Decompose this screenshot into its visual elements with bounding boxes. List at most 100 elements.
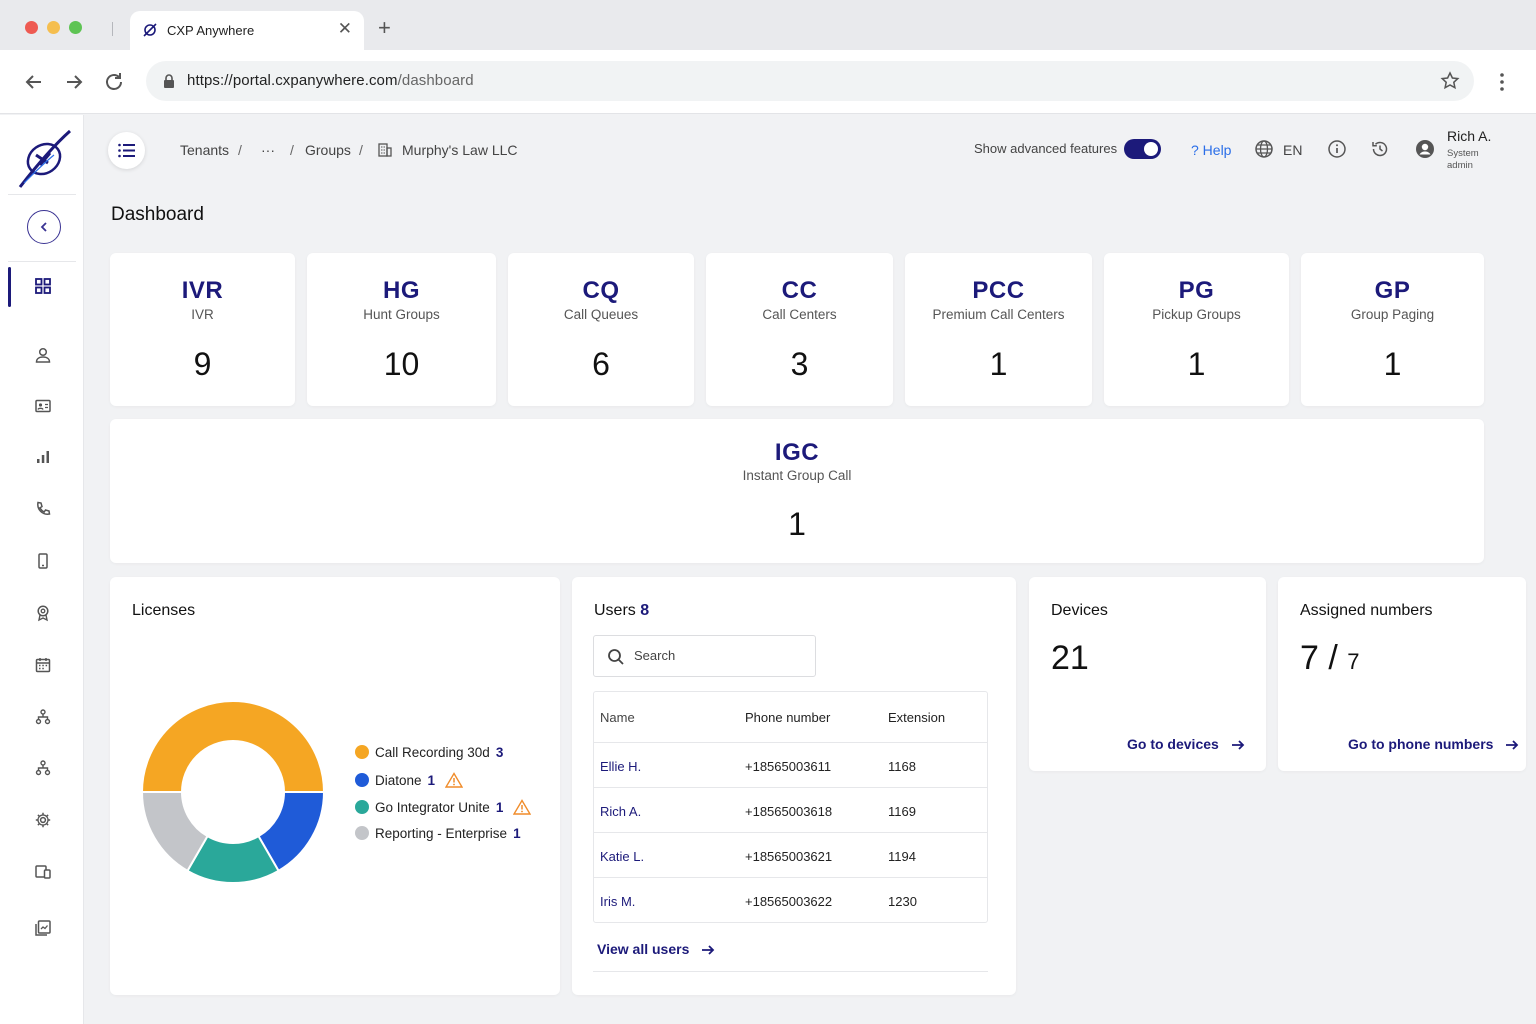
stat-card-group-paging[interactable]: GP Group Paging 1 [1301, 253, 1484, 406]
legend-dot [355, 800, 369, 814]
column-header-extension[interactable]: Extension [888, 710, 945, 725]
license-legend-item[interactable]: Call Recording 30d 3 [355, 745, 503, 763]
stat-value: 1 [788, 506, 806, 542]
table-row[interactable]: Katie L. +18565003621 1194 [594, 832, 987, 877]
table-row[interactable]: Ellie H. +18565003611 1168 [594, 742, 987, 787]
page-title: Dashboard [111, 204, 204, 225]
assigned-count: 7 [1300, 639, 1319, 677]
donut-slice[interactable] [141, 700, 325, 793]
sidebar-item-reports[interactable] [0, 438, 84, 478]
view-all-users-link[interactable]: View all users [597, 941, 715, 957]
license-count: 1 [513, 826, 521, 841]
sidebar-item-users[interactable] [0, 336, 84, 376]
browser-menu-icon[interactable] [1492, 71, 1512, 93]
stat-value: 3 [790, 346, 809, 382]
back-arrow-icon[interactable] [22, 70, 46, 94]
assigned-numbers-value: 7 / 7 [1300, 639, 1360, 678]
user-phone: +18565003621 [745, 849, 833, 864]
sidebar-item-device-management[interactable] [0, 853, 84, 893]
user-extension: 1230 [888, 894, 917, 909]
go-to-phone-numbers-label: Go to phone numbers [1348, 736, 1494, 752]
cxp-favicon-icon [143, 23, 157, 37]
go-to-devices-link[interactable]: Go to devices [1127, 736, 1245, 752]
account-avatar-icon[interactable] [1415, 139, 1435, 159]
users-search-box[interactable] [593, 635, 816, 677]
sidebar-item-organization[interactable] [0, 749, 84, 789]
sidebar-item-groups[interactable] [0, 698, 84, 738]
user-name-link[interactable]: Katie L. [600, 849, 644, 864]
sidebar-item-licenses[interactable] [0, 594, 84, 634]
devices-title: Devices [1051, 602, 1108, 619]
table-row[interactable]: Iris M. +18565003622 1230 [594, 877, 987, 922]
table-row[interactable]: Rich A. +18565003618 1169 [594, 787, 987, 832]
globe-icon[interactable] [1254, 139, 1274, 159]
user-name-link[interactable]: Ellie H. [600, 759, 641, 774]
users-panel: Users 8 Name Phone number Extension Elli… [572, 577, 1016, 995]
bookmark-star-icon[interactable] [1440, 71, 1460, 91]
tab-close-icon[interactable]: ✕ [338, 19, 352, 39]
chevron-left-icon [40, 222, 47, 232]
stat-card-pickup-groups[interactable]: PG Pickup Groups 1 [1104, 253, 1289, 406]
stat-card-call-queues[interactable]: CQ Call Queues 6 [508, 253, 694, 406]
stat-abbr: CC [781, 277, 818, 304]
stat-abbr: PCC [972, 277, 1025, 304]
advanced-features-toggle[interactable] [1124, 139, 1161, 159]
legend-dot [355, 745, 369, 759]
breadcrumb-tenants[interactable]: Tenants [180, 142, 229, 158]
help-link[interactable]: ? Help [1191, 142, 1231, 158]
cxp-logo-icon[interactable] [14, 125, 74, 189]
breadcrumb-ellipsis[interactable]: ··· [261, 142, 275, 158]
stat-card-instant-group-call[interactable]: IGC Instant Group Call 1 [110, 419, 1484, 563]
stat-value: 9 [193, 346, 212, 382]
menu-toggle-button[interactable] [108, 132, 145, 169]
reload-icon[interactable] [102, 70, 126, 94]
sidebar-item-schedules[interactable] [0, 646, 84, 686]
column-header-phone[interactable]: Phone number [745, 710, 830, 725]
license-name: Reporting - Enterprise [375, 826, 508, 841]
sidebar-item-contacts[interactable] [0, 387, 84, 427]
sidebar-item-devices[interactable] [0, 542, 84, 582]
stat-card-hunt-groups[interactable]: HG Hunt Groups 10 [307, 253, 496, 406]
info-icon[interactable] [1327, 139, 1347, 159]
collapse-sidebar-button[interactable] [27, 210, 61, 244]
window-minimize-button[interactable] [47, 21, 60, 34]
breadcrumb-groups[interactable]: Groups [305, 142, 351, 158]
user-name[interactable]: Rich A. [1447, 128, 1491, 144]
panel-divider [593, 971, 988, 972]
warning-icon [444, 772, 463, 788]
search-icon [608, 649, 624, 665]
go-to-phone-numbers-link[interactable]: Go to phone numbers [1348, 736, 1519, 752]
new-tab-button[interactable]: + [378, 16, 391, 40]
users-title: Users 8 [594, 602, 649, 620]
language-selector[interactable]: EN [1283, 142, 1302, 158]
address-bar[interactable]: https://portal.cxpanywhere.com/dashboard [146, 61, 1474, 101]
assigned-numbers-panel: Assigned numbers 7 / 7 Go to phone numbe… [1278, 577, 1526, 771]
history-icon[interactable] [1370, 139, 1390, 159]
sidebar-item-dashboard[interactable] [0, 267, 84, 307]
window-close-button[interactable] [25, 21, 38, 34]
column-header-name[interactable]: Name [600, 710, 635, 725]
sidebar-item-audit[interactable] [0, 909, 84, 949]
stat-card-ivr[interactable]: IVR IVR 9 [110, 253, 295, 406]
license-legend-item[interactable]: Diatone 1 [355, 772, 463, 790]
forward-arrow-icon[interactable] [62, 70, 86, 94]
stat-card-premium-call-centers[interactable]: PCC Premium Call Centers 1 [905, 253, 1092, 406]
hierarchy-icon [35, 760, 51, 776]
stat-name: Instant Group Call [742, 468, 852, 483]
user-name-link[interactable]: Rich A. [600, 804, 641, 819]
stat-name: Group Paging [1350, 307, 1435, 322]
user-name-link[interactable]: Iris M. [600, 894, 635, 909]
calendar-icon [35, 658, 51, 673]
browser-tab[interactable]: CXP Anywhere ✕ [130, 11, 364, 50]
stat-abbr: GP [1374, 277, 1411, 304]
list-menu-icon [118, 143, 135, 158]
sidebar-item-calls[interactable] [0, 490, 84, 530]
users-search-input[interactable] [634, 648, 804, 663]
stat-card-call-centers[interactable]: CC Call Centers 3 [706, 253, 893, 406]
hierarchy-icon [35, 709, 51, 725]
stat-name: Call Queues [563, 307, 639, 322]
sidebar-item-settings[interactable] [0, 801, 84, 841]
license-legend-item[interactable]: Go Integrator Unite 1 [355, 799, 532, 817]
window-maximize-button[interactable] [69, 21, 82, 34]
license-legend-item[interactable]: Reporting - Enterprise 1 [355, 826, 521, 844]
